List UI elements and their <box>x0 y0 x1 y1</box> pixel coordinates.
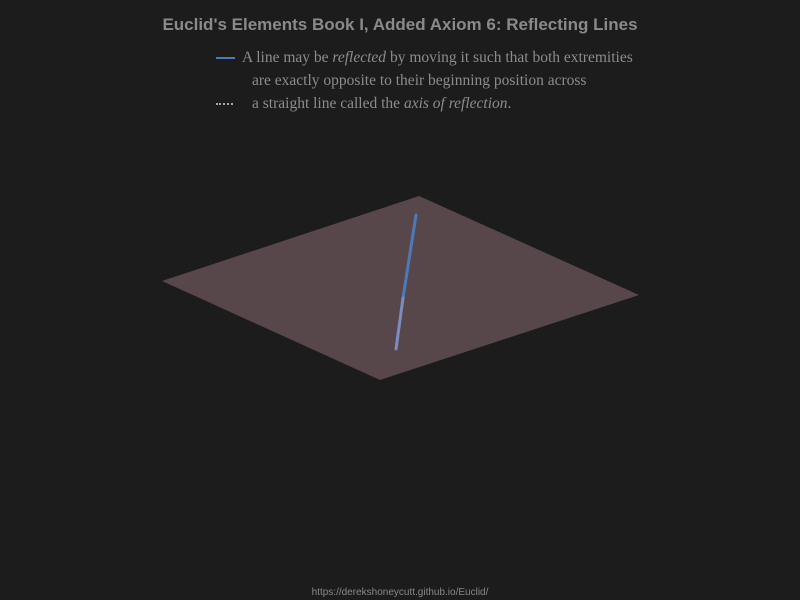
reflection-diagram[interactable] <box>0 0 800 600</box>
footer-url[interactable]: https://derekshoneycutt.github.io/Euclid… <box>0 587 800 598</box>
reflection-plane <box>162 196 639 380</box>
